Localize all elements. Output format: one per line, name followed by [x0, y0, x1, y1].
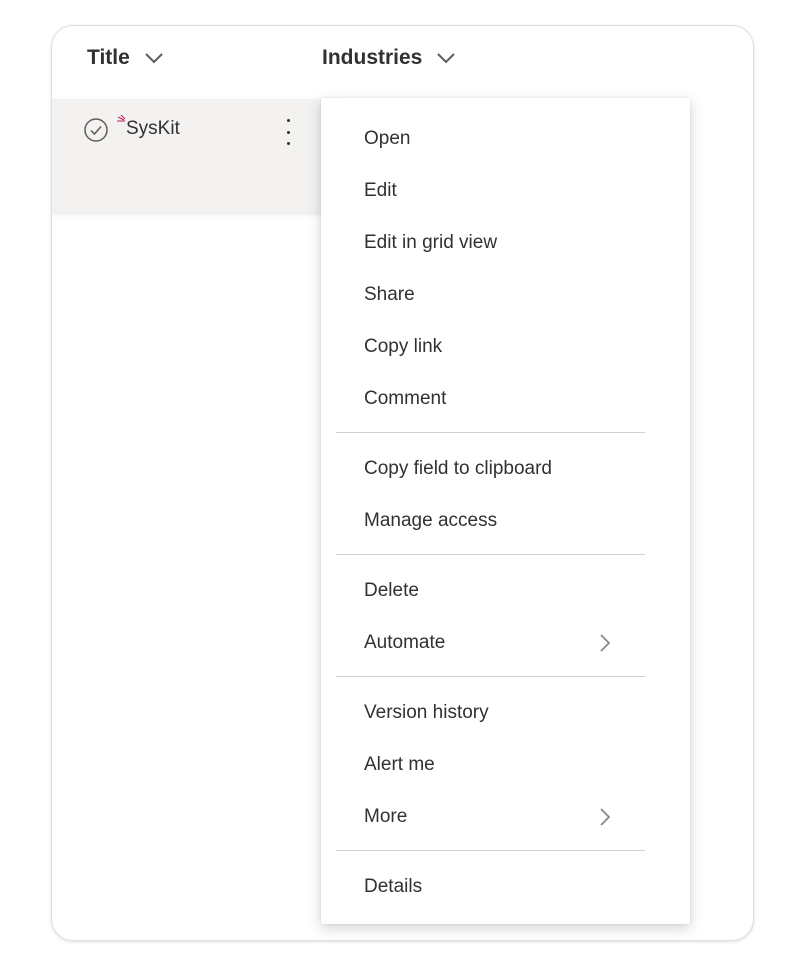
menu-item-label: Open	[364, 128, 411, 149]
menu-item-label: Edit	[364, 180, 397, 201]
menu-item-label: Copy field to clipboard	[364, 458, 552, 479]
menu-item-delete[interactable]: Delete	[321, 569, 690, 613]
menu-item-comment[interactable]: Comment	[321, 377, 690, 421]
column-header-title-label: Title	[87, 46, 130, 69]
menu-divider	[336, 432, 645, 433]
chevron-down-icon	[437, 53, 456, 64]
column-header-industries[interactable]: Industries	[322, 46, 456, 70]
menu-item-label: Copy link	[364, 336, 443, 357]
menu-item-label: Alert me	[364, 754, 435, 775]
menu-item-alert-me[interactable]: Alert me	[321, 743, 690, 787]
context-menu: Open Edit Edit in grid view Share Copy l…	[321, 98, 690, 924]
menu-item-share[interactable]: Share	[321, 273, 690, 317]
column-header-industries-label: Industries	[322, 46, 423, 69]
menu-item-label: More	[364, 806, 408, 827]
menu-divider	[336, 850, 645, 851]
menu-item-details[interactable]: Details	[321, 865, 690, 909]
menu-item-version-history[interactable]: Version history	[321, 691, 690, 735]
chevron-right-icon	[600, 808, 611, 826]
menu-item-automate[interactable]: Automate	[321, 621, 690, 665]
menu-divider	[336, 554, 645, 555]
menu-item-label: Edit in grid view	[364, 232, 498, 253]
row-title-link[interactable]: SysKit	[126, 118, 180, 140]
menu-item-edit[interactable]: Edit	[321, 169, 690, 213]
menu-item-copy-field[interactable]: Copy field to clipboard	[321, 447, 690, 491]
check-circle-icon[interactable]	[84, 118, 108, 142]
menu-divider	[336, 676, 645, 677]
menu-item-label: Manage access	[364, 510, 498, 531]
menu-item-open[interactable]: Open	[321, 117, 690, 161]
menu-item-label: Details	[364, 876, 423, 897]
menu-item-more[interactable]: More	[321, 795, 690, 839]
table-row[interactable]	[52, 99, 342, 212]
more-vertical-icon[interactable]	[278, 117, 298, 147]
menu-item-label: Share	[364, 284, 415, 305]
menu-item-label: Comment	[364, 388, 447, 409]
menu-item-label: Version history	[364, 702, 489, 723]
column-header-title[interactable]: Title	[87, 46, 164, 70]
menu-item-label: Delete	[364, 580, 419, 601]
menu-item-manage-access[interactable]: Manage access	[321, 499, 690, 543]
menu-item-label: Automate	[364, 632, 446, 653]
chevron-down-icon	[145, 53, 163, 64]
menu-item-edit-grid-view[interactable]: Edit in grid view	[321, 221, 690, 265]
chevron-right-icon	[600, 634, 611, 652]
menu-item-copy-link[interactable]: Copy link	[321, 325, 690, 369]
